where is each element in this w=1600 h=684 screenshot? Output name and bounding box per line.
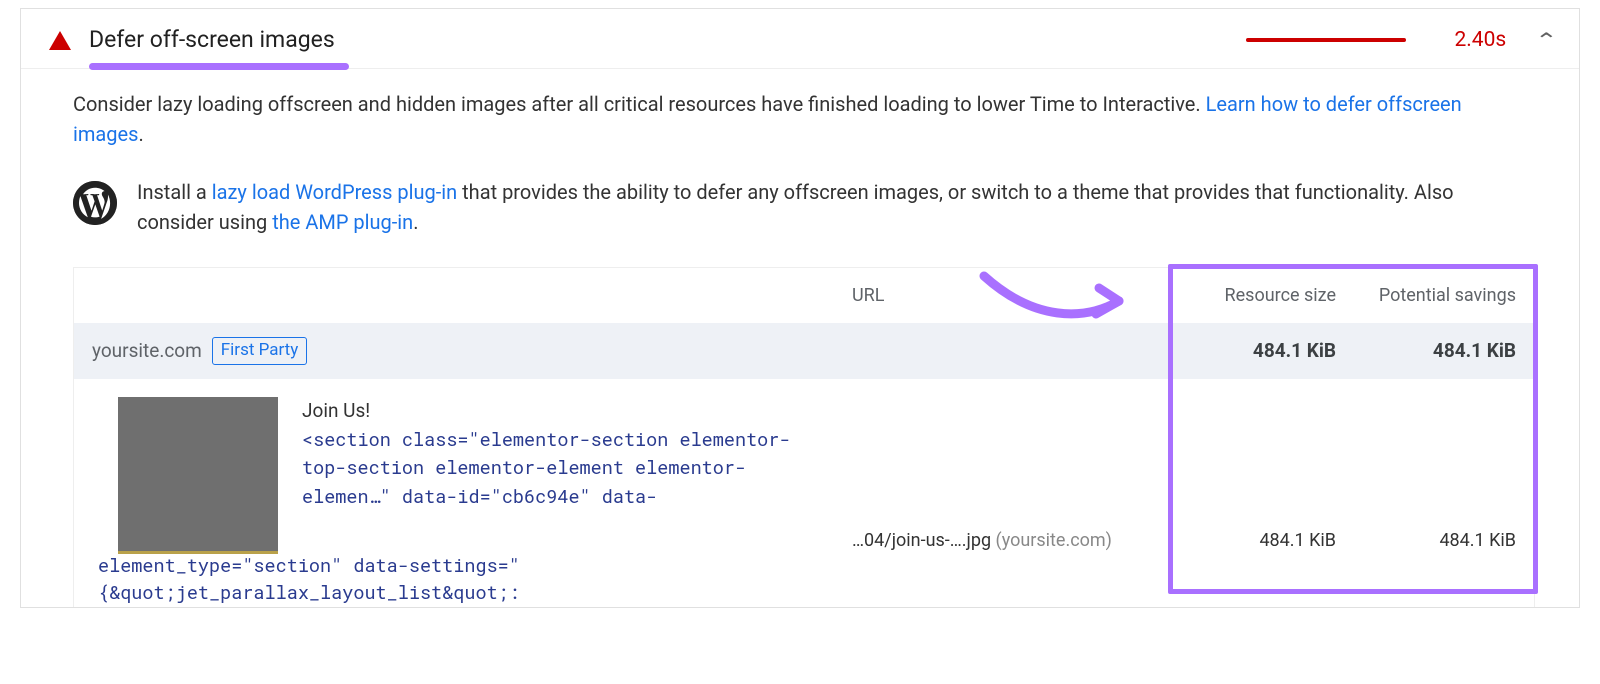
item-node-snippet-overflow2: {&quot;jet_parallax_layout_list&quot;:: [98, 579, 1534, 608]
col-potential-savings: Potential savings: [1336, 282, 1516, 309]
audit-header[interactable]: Defer off-screen images 2.40s ⌃: [21, 9, 1579, 69]
fail-triangle-icon: [49, 31, 71, 50]
audit-card: Defer off-screen images 2.40s ⌃ Consider…: [20, 8, 1580, 608]
first-party-badge: First Party: [212, 337, 308, 366]
item-node-snippet-overflow1: element_type="section" data-settings=": [98, 552, 1534, 581]
chevron-up-icon[interactable]: ⌃: [1535, 25, 1558, 55]
image-thumbnail[interactable]: [118, 397, 278, 552]
table-row: Join Us! <section class="elementor-secti…: [74, 379, 1534, 554]
item-url-domain: (yoursite.com): [996, 530, 1112, 551]
item-savings: 484.1 KiB: [1336, 397, 1516, 554]
table-header: URL Resource size Potential savings: [74, 268, 1534, 323]
host-name: yoursite.com: [92, 337, 202, 366]
audit-description: Consider lazy loading offscreen and hidd…: [73, 89, 1513, 149]
lazy-load-plugin-link[interactable]: lazy load WordPress plug-in: [212, 180, 457, 204]
item-node-snippet: <section class="elementor-section elemen…: [302, 426, 812, 512]
annotation-underline: [89, 63, 349, 70]
group-savings: 484.1 KiB: [1336, 337, 1516, 366]
savings-bar: [1246, 38, 1406, 42]
group-host: yoursite.com First Party: [92, 337, 812, 366]
item-label: Join Us!: [302, 397, 812, 426]
wordpress-icon: [73, 181, 117, 225]
audit-title-text: Defer off-screen images: [89, 26, 335, 53]
item-size: 484.1 KiB: [1156, 397, 1336, 554]
audit-body: Consider lazy loading offscreen and hidd…: [21, 69, 1579, 608]
wp-post: .: [413, 210, 418, 234]
item-url-short: …04/join-us-….jpg: [852, 530, 991, 551]
item-url[interactable]: …04/join-us-….jpg (yoursite.com): [812, 397, 1156, 554]
desc-text: Consider lazy loading offscreen and hidd…: [73, 92, 1206, 116]
col-url: URL: [812, 282, 1156, 309]
stack-pack-wordpress: Install a lazy load WordPress plug-in th…: [73, 177, 1535, 237]
table-group-row[interactable]: yoursite.com First Party 484.1 KiB 484.1…: [74, 323, 1534, 380]
wp-pre: Install a: [137, 180, 212, 204]
col-resource-size: Resource size: [1156, 282, 1336, 309]
audit-timing: 2.40s: [1454, 25, 1506, 57]
amp-plugin-link[interactable]: the AMP plug-in: [272, 210, 413, 234]
group-size: 484.1 KiB: [1156, 337, 1336, 366]
desc-post: .: [138, 122, 143, 146]
stack-pack-text: Install a lazy load WordPress plug-in th…: [137, 177, 1517, 237]
opportunity-table: URL Resource size Potential savings your…: [73, 267, 1535, 608]
audit-title: Defer off-screen images: [89, 23, 335, 58]
